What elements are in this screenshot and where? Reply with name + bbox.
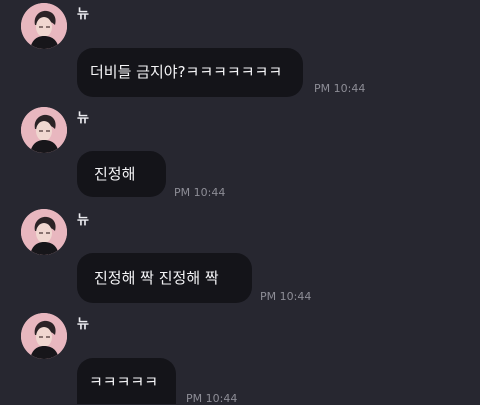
- sender-name: 뉴: [77, 111, 89, 126]
- message-text: 더비들 금지야?ㅋㅋㅋㅋㅋㅋㅋ: [90, 63, 283, 81]
- sender-name: 뉴: [77, 317, 89, 332]
- sender-name: 뉴: [77, 213, 89, 228]
- message-time: PM 10:44: [314, 82, 366, 95]
- message-text: 진정해: [94, 165, 136, 183]
- avatar[interactable]: [21, 209, 67, 255]
- chat-thread: 뉴 더비들 금지야?ㅋㅋㅋㅋㅋㅋㅋ PM 10:44 뉴 진정해 PM 10:4…: [0, 0, 480, 405]
- sender-name: 뉴: [77, 7, 89, 22]
- message-time: PM 10:44: [186, 392, 238, 405]
- message-time: PM 10:44: [260, 290, 312, 303]
- avatar[interactable]: [21, 107, 67, 153]
- message-bubble[interactable]: 더비들 금지야?ㅋㅋㅋㅋㅋㅋㅋ: [77, 48, 303, 97]
- message-text: ㅋㅋㅋㅋㅋ: [89, 373, 159, 391]
- message-time: PM 10:44: [174, 186, 226, 199]
- message-bubble[interactable]: 진정해 짝 진정해 짝: [77, 253, 252, 303]
- message-bubble[interactable]: 진정해: [77, 151, 166, 197]
- message-text: 진정해 짝 진정해 짝: [94, 269, 219, 287]
- avatar[interactable]: [21, 313, 67, 359]
- message-bubble[interactable]: ㅋㅋㅋㅋㅋ: [77, 358, 176, 404]
- avatar[interactable]: [21, 3, 67, 49]
